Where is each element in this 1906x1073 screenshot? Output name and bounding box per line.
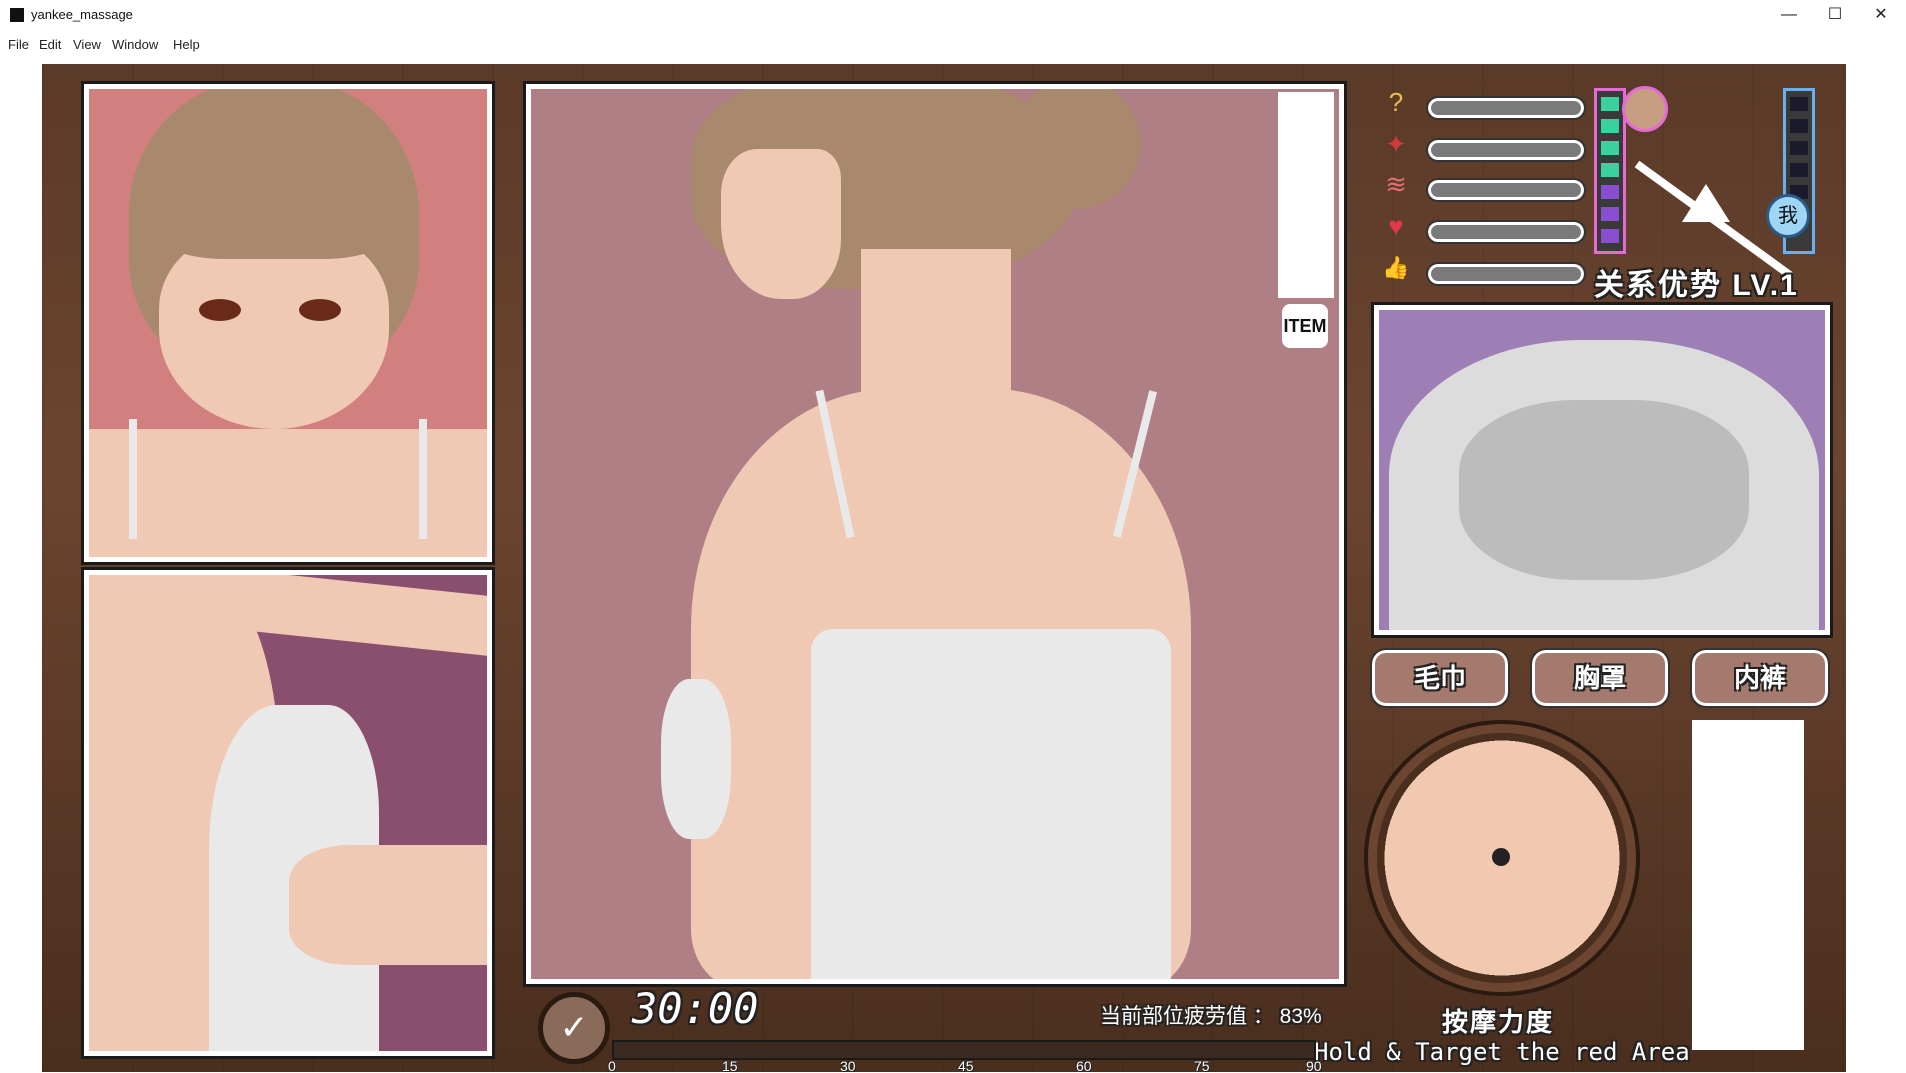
title-bar: yankee_massage — ☐ ✕ (0, 0, 1906, 30)
dial-cursor[interactable] (1492, 848, 1510, 866)
massage-strength-label: 按摩力度 (1442, 1007, 1555, 1037)
relation-level: 关系优势 LV.1 (1594, 269, 1799, 302)
progress-tick: 60 (1076, 1058, 1092, 1072)
minimize-button[interactable]: — (1766, 0, 1812, 30)
menu-window[interactable]: Window (112, 37, 158, 52)
item-button[interactable]: ITEM (1282, 304, 1328, 348)
panties-button[interactable]: 内裤 (1690, 648, 1830, 708)
main-back-view-panel[interactable] (523, 81, 1347, 987)
empty-item-slot (1278, 92, 1334, 298)
chest-closeup-panel (81, 567, 495, 1059)
menu-edit[interactable]: Edit (39, 37, 61, 52)
game-viewport[interactable]: ITEM ? ✦ ≋ ♥ 👍 我 关系优势 LV.1 毛巾 胸罩 内裤 按摩力度… (42, 64, 1846, 1072)
towel-closeup-panel (1371, 302, 1833, 638)
close-button[interactable]: ✕ (1858, 0, 1904, 30)
progress-tick: 90 (1306, 1058, 1322, 1072)
menu-bar: File Edit View Window Help (0, 30, 1906, 64)
window-title: yankee_massage (31, 7, 133, 22)
timer: 30:00 (632, 984, 759, 1033)
steam-icon: ≋ (1385, 169, 1407, 199)
progress-tick: 15 (722, 1058, 738, 1072)
heart-icon: ♥ (1388, 211, 1404, 241)
app-icon (10, 8, 24, 22)
stat-bar-3 (1426, 178, 1586, 202)
maximize-button[interactable]: ☐ (1812, 0, 1858, 30)
npc-avatar (1622, 86, 1668, 132)
empty-side-slot (1692, 720, 1804, 1050)
menu-help[interactable]: Help (173, 37, 200, 52)
question-icon: ? (1388, 87, 1404, 117)
fatigue-value: 当前部位疲劳值 ： 83% (1100, 1005, 1322, 1028)
thumbs-up-icon: 👍 (1382, 255, 1410, 280)
stat-bar-1 (1426, 96, 1586, 120)
npc-advantage-meter (1594, 88, 1626, 254)
towel-button[interactable]: 毛巾 (1370, 648, 1510, 708)
progress-track (612, 1040, 1316, 1060)
stat-bar-5 (1426, 262, 1586, 286)
stat-bar-2 (1426, 138, 1586, 162)
stat-bar-4 (1426, 220, 1586, 244)
progress-tick: 0 (608, 1058, 616, 1072)
progress-tick: 30 (840, 1058, 856, 1072)
clock-icon: ✓ (538, 992, 610, 1064)
hint-text: Hold & Target the red Area (1314, 1038, 1690, 1066)
progress-tick: 45 (958, 1058, 974, 1072)
progress-tick: 75 (1194, 1058, 1210, 1072)
menu-view[interactable]: View (73, 37, 101, 52)
bra-button[interactable]: 胸罩 (1530, 648, 1670, 708)
anger-icon: ✦ (1385, 129, 1407, 159)
player-avatar: 我 (1766, 194, 1810, 238)
menu-file[interactable]: File (8, 37, 29, 52)
balance-pivot (1682, 184, 1730, 222)
face-closeup-panel (81, 81, 495, 565)
